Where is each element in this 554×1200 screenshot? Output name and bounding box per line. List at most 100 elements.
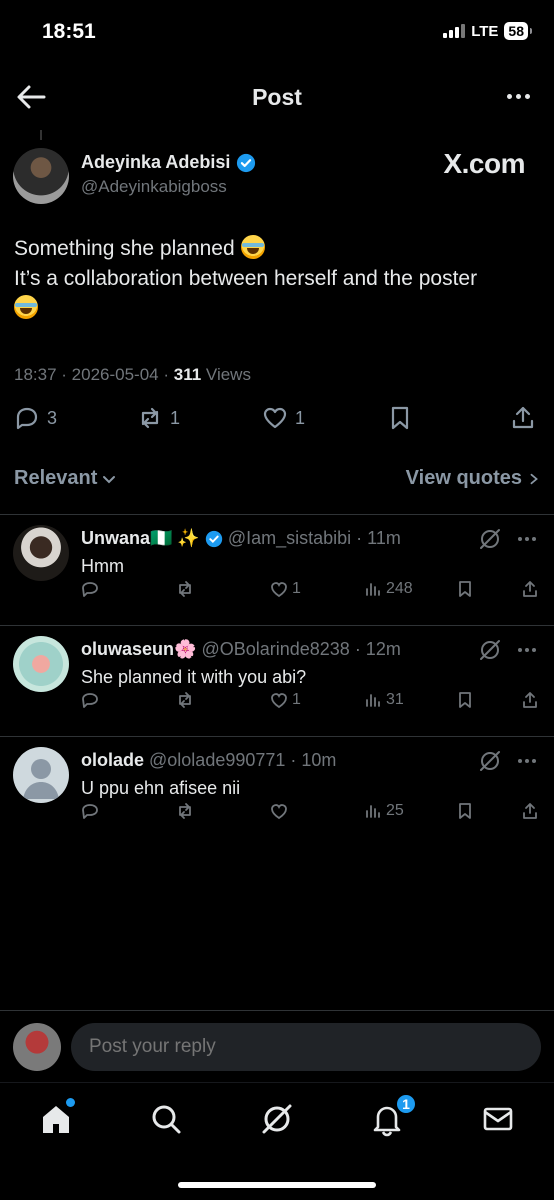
grok-icon[interactable] (478, 749, 502, 773)
repost-button[interactable] (175, 690, 198, 710)
reply-name[interactable]: ololade (81, 750, 144, 771)
repost-button[interactable] (175, 579, 198, 599)
post-meta: 18:37 · 2026-05-04 · 311 Views (14, 365, 251, 384)
views-count: 31 (386, 691, 404, 708)
avatar[interactable] (13, 747, 69, 803)
share-button[interactable] (509, 404, 537, 432)
like-button[interactable]: 1 (269, 579, 301, 599)
reply-icon (82, 582, 98, 597)
list-item[interactable]: Unwana🇳🇬 ✨ @Iam_sistabibi · 11m Hmm 1 24… (0, 515, 554, 625)
mail-icon (483, 1107, 513, 1131)
heart-icon (271, 804, 287, 820)
like-count: 1 (295, 407, 306, 428)
reply-button[interactable]: 3 (13, 404, 57, 432)
reply-button[interactable] (80, 690, 100, 710)
like-button[interactable]: 1 (261, 404, 305, 432)
tab-search[interactable] (148, 1101, 184, 1137)
post-actions: 3 1 1 (0, 404, 554, 444)
network-label: LTE (471, 22, 499, 40)
bookmark-button[interactable] (455, 579, 475, 599)
reply-icon (16, 407, 38, 430)
bookmark-button[interactable] (455, 690, 475, 710)
tab-notifications[interactable]: 1 (369, 1093, 417, 1137)
share-button[interactable] (520, 579, 540, 599)
battery-icon: 58 (504, 22, 532, 40)
avatar[interactable] (13, 636, 69, 692)
share-button[interactable] (520, 690, 540, 710)
repost-icon (179, 803, 191, 819)
repost-icon (179, 581, 191, 597)
reply-button[interactable] (80, 579, 100, 599)
reply-actions: 25 (0, 801, 554, 825)
post-time: 18:37 (14, 365, 57, 384)
grok-icon[interactable] (478, 527, 502, 551)
views-button[interactable]: 25 (363, 801, 404, 821)
page-title: Post (252, 84, 302, 110)
avatar[interactable] (13, 1023, 61, 1071)
views-button[interactable]: 248 (363, 579, 413, 599)
signal-icon (443, 24, 466, 38)
reply-text: She planned it with you abi? (81, 667, 307, 687)
views-count: 248 (386, 580, 413, 597)
view-quotes-link[interactable]: View quotes (406, 467, 540, 490)
author-name-row[interactable]: Adeyinka Adebisi (81, 152, 256, 173)
bookmark-button[interactable] (386, 404, 414, 432)
reply-more-button[interactable] (518, 759, 536, 763)
repost-button[interactable] (175, 801, 198, 821)
tab-messages[interactable] (480, 1101, 516, 1137)
author-handle[interactable]: @Adeyinkabigboss (81, 177, 227, 197)
analytics-icon (366, 694, 380, 707)
reply-actions: 1 31 (0, 690, 554, 714)
grok-icon[interactable] (478, 638, 502, 662)
views-count: 311 (173, 365, 202, 384)
reply-input[interactable] (71, 1023, 541, 1071)
bookmark-icon (459, 803, 471, 819)
heart-icon (271, 693, 287, 709)
reply-more-button[interactable] (518, 537, 536, 541)
laughing-emoji-icon (14, 295, 38, 319)
tab-home[interactable] (38, 1098, 75, 1137)
reply-more-button[interactable] (518, 648, 536, 652)
bottom-tab-bar: 1 (0, 1082, 554, 1200)
thread-line (40, 130, 42, 140)
reply-actions: 1 248 (0, 579, 554, 603)
post-text: Something she planned It’s a collaborati… (14, 234, 534, 324)
tab-grok[interactable] (259, 1101, 295, 1137)
reply-composer (0, 1010, 554, 1082)
view-quotes-label: View quotes (405, 467, 522, 489)
views-label: Views (205, 365, 251, 384)
reply-handle[interactable]: @ololade990771 (149, 750, 285, 771)
status-time: 18:51 (42, 20, 96, 43)
sort-row: Relevant View quotes (14, 467, 540, 495)
reply-handle[interactable]: @Iam_sistabibi (228, 528, 351, 549)
like-button[interactable] (269, 801, 292, 821)
list-item[interactable]: oluwaseun🌸 @OBolarinde8238 · 12m She pla… (0, 626, 554, 736)
repost-button[interactable]: 1 (136, 404, 180, 432)
author-avatar[interactable] (13, 148, 69, 204)
reply-name[interactable]: oluwaseun🌸 (81, 639, 196, 660)
verified-badge-icon (237, 153, 256, 172)
reply-header: ololade @ololade990771 · 10m (81, 750, 336, 771)
like-button[interactable]: 1 (269, 690, 301, 710)
post-date: 2026-05-04 (71, 365, 159, 384)
reply-handle[interactable]: @OBolarinde8238 (201, 639, 349, 660)
reply-count: 3 (47, 407, 58, 428)
bookmark-button[interactable] (455, 801, 475, 821)
reply-button[interactable] (80, 801, 100, 821)
home-indicator (178, 1182, 376, 1188)
analytics-icon (366, 583, 380, 596)
relevant-sort-dropdown[interactable]: Relevant (14, 467, 117, 490)
notifications-badge: 1 (395, 1093, 417, 1115)
list-item[interactable]: ololade @ololade990771 · 10m U ppu ehn a… (0, 737, 554, 847)
heart-icon (263, 407, 287, 429)
post-text-line2: It’s a collaboration between herself and… (14, 267, 478, 290)
grok-icon (262, 1104, 292, 1134)
chevron-right-icon (530, 473, 538, 484)
default-avatar-icon (23, 759, 59, 799)
bookmark-icon (459, 692, 471, 708)
avatar[interactable] (13, 525, 69, 581)
views-button[interactable]: 31 (363, 690, 404, 710)
more-options-button[interactable] (507, 94, 530, 99)
share-button[interactable] (520, 801, 540, 821)
reply-name[interactable]: Unwana🇳🇬 ✨ (81, 528, 200, 549)
